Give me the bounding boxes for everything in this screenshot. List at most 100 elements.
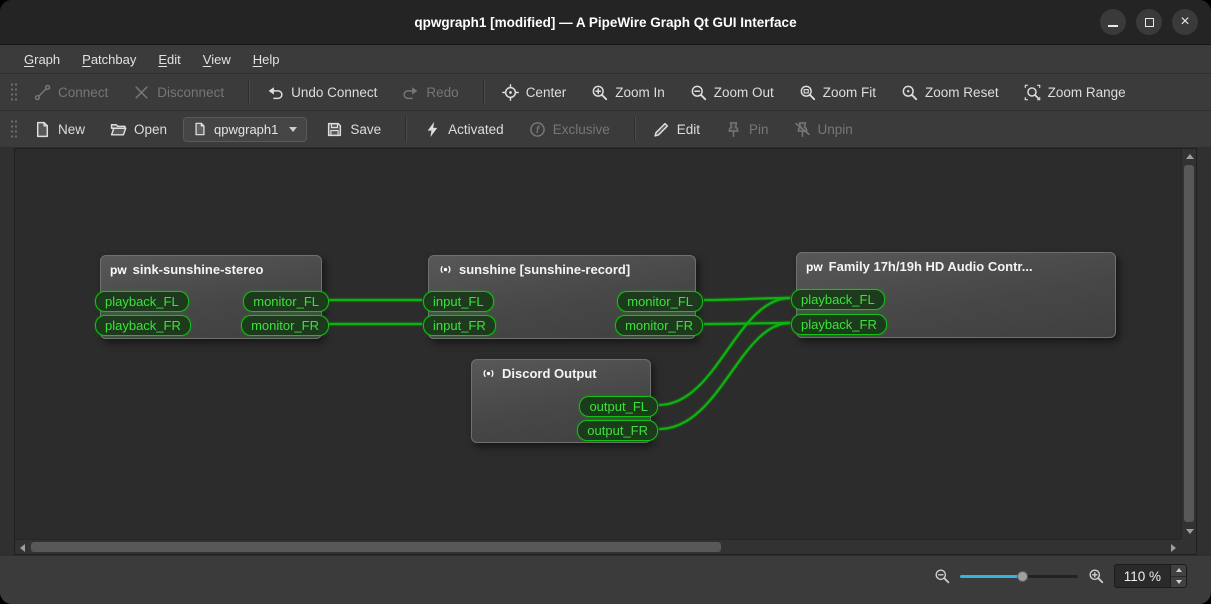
- exclusive-button[interactable]: f Exclusive: [520, 116, 619, 143]
- patchbay-profile-combo[interactable]: qpwgraph1: [183, 117, 307, 142]
- zoom-spinbox[interactable]: 110 %: [1114, 564, 1187, 588]
- port-output-fl[interactable]: output_FL: [579, 396, 658, 417]
- disconnect-button[interactable]: Disconnect: [124, 79, 233, 106]
- vertical-scroll-thumb[interactable]: [1184, 165, 1194, 522]
- unpin-button[interactable]: Unpin: [785, 116, 862, 143]
- connection-wires: [15, 149, 1181, 539]
- maximize-button[interactable]: [1136, 9, 1162, 35]
- zoom-fit-button[interactable]: Zoom Fit: [790, 79, 885, 106]
- zoom-out-icon: [690, 84, 707, 101]
- zoom-slider-handle[interactable]: [1017, 571, 1028, 582]
- record-icon: [481, 366, 496, 381]
- menubar: Graph Patchbay Edit View Help: [0, 45, 1211, 74]
- statusbar: 110 %: [0, 555, 1211, 604]
- vertical-scrollbar: [1181, 149, 1196, 539]
- zoom-in-button[interactable]: Zoom In: [582, 79, 674, 106]
- port-monitor-fr[interactable]: monitor_FR: [615, 315, 703, 336]
- port-playback-fl[interactable]: playback_FL: [791, 289, 885, 310]
- zoom-reset-button[interactable]: Zoom Reset: [892, 79, 1008, 106]
- menu-graph[interactable]: Graph: [13, 48, 71, 71]
- zoom-out-button[interactable]: Zoom Out: [681, 79, 783, 106]
- port-input-fl[interactable]: input_FL: [423, 291, 494, 312]
- graph-canvas[interactable]: pw sink-sunshine-stereo playback_FL play…: [14, 148, 1197, 555]
- scroll-right-button[interactable]: [1166, 540, 1181, 555]
- port-playback-fr[interactable]: playback_FR: [791, 314, 887, 335]
- port-playback-fl[interactable]: playback_FL: [95, 291, 189, 312]
- edit-button[interactable]: Edit: [644, 116, 709, 143]
- node-title: sunshine [sunshine-record]: [459, 262, 630, 277]
- titlebar[interactable]: qpwgraph1 [modified] — A PipeWire Graph …: [0, 0, 1211, 45]
- zoom-slider-fill: [960, 575, 1021, 578]
- horizontal-scroll-thumb[interactable]: [31, 542, 721, 552]
- zoom-out-icon[interactable]: [934, 568, 950, 584]
- zoom-in-icon: [591, 84, 608, 101]
- save-button[interactable]: Save: [317, 116, 390, 143]
- app-window: qpwgraph1 [modified] — A PipeWire Graph …: [0, 0, 1211, 604]
- zoom-in-icon[interactable]: [1088, 568, 1104, 584]
- arrow-down-icon: [1176, 580, 1182, 584]
- center-icon: [502, 84, 519, 101]
- spinbox-arrows: [1170, 565, 1186, 587]
- connect-button[interactable]: Connect: [25, 79, 117, 106]
- zoom-fit-icon: [799, 84, 816, 101]
- zoom-range-icon: [1024, 84, 1041, 101]
- arrow-up-icon: [1176, 568, 1182, 572]
- undo-icon: [267, 84, 284, 101]
- port-monitor-fr[interactable]: monitor_FR: [241, 315, 329, 336]
- spin-up-button[interactable]: [1171, 565, 1186, 577]
- scroll-down-button[interactable]: [1182, 524, 1197, 539]
- close-button[interactable]: ×: [1172, 9, 1198, 35]
- port-output-fr[interactable]: output_FR: [577, 420, 658, 441]
- zoom-range-button[interactable]: Zoom Range: [1015, 79, 1135, 106]
- port-monitor-fl[interactable]: monitor_FL: [617, 291, 703, 312]
- menu-help[interactable]: Help: [242, 48, 291, 71]
- node-sunshine-record[interactable]: sunshine [sunshine-record] input_FL inpu…: [428, 255, 696, 339]
- pin-icon: [725, 121, 742, 138]
- scroll-left-button[interactable]: [15, 540, 30, 555]
- port-monitor-fl[interactable]: monitor_FL: [243, 291, 329, 312]
- connect-icon: [34, 84, 51, 101]
- canvas-region: pw sink-sunshine-stereo playback_FL play…: [0, 148, 1211, 555]
- menu-view[interactable]: View: [192, 48, 242, 71]
- open-button[interactable]: Open: [101, 116, 176, 143]
- window-title: qpwgraph1 [modified] — A PipeWire Graph …: [414, 15, 796, 30]
- redo-button[interactable]: Redo: [393, 79, 467, 106]
- node-title: Family 17h/19h HD Audio Contr...: [829, 259, 1033, 274]
- patchbay-file-icon: [193, 122, 207, 136]
- node-header: Discord Output: [472, 360, 650, 385]
- patchbay-toolbar: New Open qpwgraph1 Save Activated f Excl…: [0, 111, 1211, 148]
- graph-toolbar: Connect Disconnect Undo Connect Redo Cen…: [0, 74, 1211, 111]
- zoom-slider[interactable]: [960, 568, 1078, 584]
- arrow-right-icon: [1171, 544, 1176, 552]
- pin-button[interactable]: Pin: [716, 116, 778, 143]
- zoom-reset-icon: [901, 84, 918, 101]
- open-folder-icon: [110, 121, 127, 138]
- node-family-hd-audio-controller[interactable]: pw Family 17h/19h HD Audio Contr... play…: [796, 252, 1116, 338]
- menu-patchbay[interactable]: Patchbay: [71, 48, 147, 71]
- toolbar-separator: [483, 80, 485, 104]
- exclusive-icon: f: [529, 121, 546, 138]
- undo-connect-button[interactable]: Undo Connect: [258, 79, 386, 106]
- toolbar-drag-handle[interactable]: [10, 119, 17, 139]
- spin-down-button[interactable]: [1171, 577, 1186, 588]
- center-button[interactable]: Center: [493, 79, 576, 106]
- new-button[interactable]: New: [25, 116, 94, 143]
- toolbar-drag-handle[interactable]: [10, 82, 17, 102]
- zoom-value[interactable]: 110 %: [1115, 565, 1170, 587]
- port-input-fr[interactable]: input_FR: [423, 315, 496, 336]
- node-discord-output[interactable]: Discord Output output_FL output_FR: [471, 359, 651, 443]
- node-header: sunshine [sunshine-record]: [429, 256, 695, 281]
- maximize-icon: [1145, 18, 1154, 27]
- port-playback-fr[interactable]: playback_FR: [95, 315, 191, 336]
- node-sink-sunshine-stereo[interactable]: pw sink-sunshine-stereo playback_FL play…: [100, 255, 322, 339]
- arrow-left-icon: [20, 544, 25, 552]
- new-file-icon: [34, 121, 51, 138]
- scroll-up-button[interactable]: [1182, 149, 1197, 164]
- toolbar-separator: [634, 117, 636, 141]
- activated-button[interactable]: Activated: [415, 116, 513, 143]
- minimize-button[interactable]: [1100, 9, 1126, 35]
- graph-area[interactable]: pw sink-sunshine-stereo playback_FL play…: [15, 149, 1181, 539]
- window-controls: ×: [1100, 9, 1198, 35]
- menu-edit[interactable]: Edit: [147, 48, 191, 71]
- activated-lightning-icon: [424, 121, 441, 138]
